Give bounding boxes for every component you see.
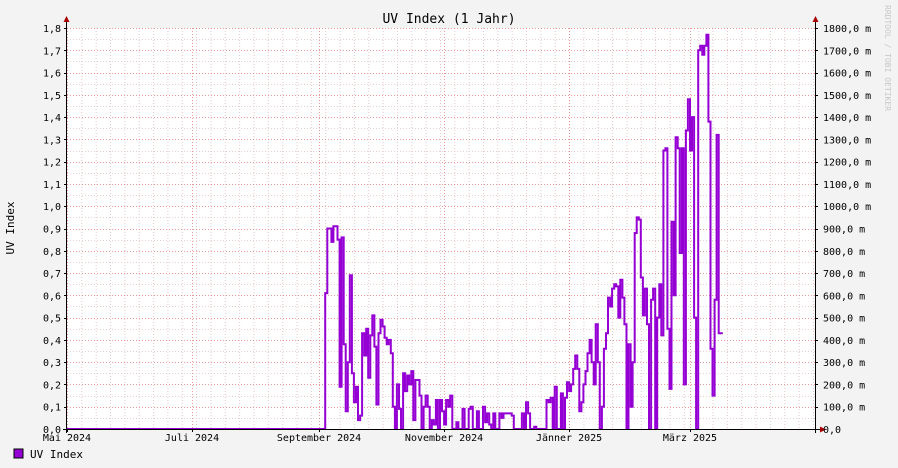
left-tick-label: 1,1 [43,180,61,191]
right-tick-label: 700,0 m [823,269,865,280]
right-tick-label: 1100,0 m [823,180,871,191]
watermark: RRDTOOL / TOBI OETIKER [883,5,892,111]
left-tick-label: 0,6 [43,291,61,302]
right-tick-label: 1800,0 m [823,24,871,35]
left-tick-label: 1,7 [43,46,61,57]
legend-label: UV Index [30,448,83,461]
left-tick-label: 0,4 [43,336,61,347]
left-tick-label: 1,0 [43,202,61,213]
left-tick-label: 0,7 [43,269,61,280]
x-tick-label: September 2024 [277,433,361,444]
right-tick-label: 1700,0 m [823,46,871,57]
right-tick-label: 1500,0 m [823,91,871,102]
left-tick-label: 1,3 [43,135,61,146]
uv-index-chart: 0,0 0,1 0,2 0,3 0,4 0,5 0,6 0,7 0,8 0,9 1,0 1,1 1,2 1… [0,0,898,468]
legend-swatch [13,448,24,459]
right-tick-label: 200,0 m [823,380,865,391]
right-tick-label: 0,0 [823,425,841,436]
left-tick-label: 1,6 [43,69,61,80]
left-tick-label: 0,2 [43,380,61,391]
right-tick-label: 1300,0 m [823,135,871,146]
right-tick-label: 600,0 m [823,291,865,302]
left-tick-label: 1,4 [43,113,61,124]
left-tick-label: 0,8 [43,247,61,258]
right-tick-label: 100,0 m [823,403,865,414]
right-tick-label: 300,0 m [823,358,865,369]
x-tick-label: Jänner 2025 [536,433,602,444]
right-tick-label: 1200,0 m [823,158,871,169]
x-tick-label: November 2024 [405,433,483,444]
right-tick-label: 800,0 m [823,247,865,258]
right-tick-label: 1600,0 m [823,69,871,80]
y-axis-label: UV Index [4,201,17,254]
right-tick-label: 500,0 m [823,314,865,325]
left-tick-label: 1,5 [43,91,61,102]
plot-area [67,28,815,429]
left-tick-label: 0,1 [43,403,61,414]
left-tick-label: 1,2 [43,158,61,169]
left-tick-label: 0,9 [43,225,61,236]
x-tick-label: März 2025 [663,433,717,444]
left-tick-label: 0,5 [43,314,61,325]
x-tick-label: Mai 2024 [43,433,91,444]
right-tick-label: 1400,0 m [823,113,871,124]
right-tick-label: 900,0 m [823,225,865,236]
chart-title: UV Index (1 Jahr) [382,12,515,27]
right-tick-label: 1000,0 m [823,202,871,213]
left-tick-label: 1,8 [43,24,61,35]
x-tick-label: Juli 2024 [165,433,219,444]
right-tick-label: 400,0 m [823,336,865,347]
left-tick-label: 0,3 [43,358,61,369]
